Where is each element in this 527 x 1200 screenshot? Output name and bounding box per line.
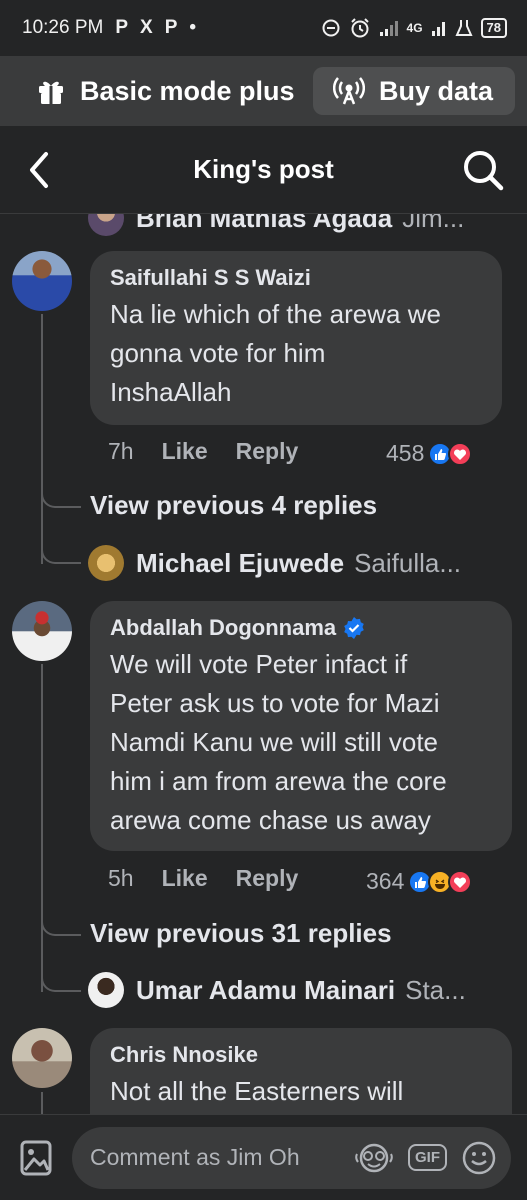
thread-connector [41,532,81,564]
alarm-icon [350,18,369,38]
thread-line [41,664,43,992]
avatar[interactable] [12,251,72,311]
buy-data-label: Buy data [378,75,493,106]
reply-snippet: Sta... [405,974,466,1005]
broadcast-icon [332,77,365,105]
text-line: We will vote Peter infact if [110,649,408,679]
gif-label: GIF [415,1149,440,1166]
author-name: Saifullahi S S Waizi [110,265,311,290]
comment-actions: 7h Like Reply [108,438,326,465]
comment-author[interactable]: Abdallah Dogonnama [110,615,492,641]
avatar[interactable] [12,1028,72,1088]
comment-author[interactable]: Saifullahi S S Waizi [110,265,482,291]
gift-icon [39,81,63,104]
basic-mode-label: Basic mode plus [80,75,295,106]
text-line: arewa come chase us away [110,805,431,835]
thread-line [41,314,43,564]
like-button[interactable]: Like [162,438,208,465]
composer-icons: GIF [354,1140,497,1176]
more-notifications-dot: • [189,17,197,38]
app-icon-p: P [164,17,178,38]
thread-connector [41,960,81,992]
comment-text: Na lie which of the arewa we gonna vote … [110,295,482,412]
reply-author[interactable]: Umar Adamu Mainari [136,975,395,1006]
photo-icon[interactable] [16,1138,56,1178]
x-app-icon: X [140,17,153,38]
gif-button[interactable]: GIF [408,1144,447,1171]
data-saver-icon [322,19,340,37]
avatar[interactable] [88,972,124,1008]
author-name: Chris Nnosike [110,1042,258,1067]
text-line: him i am from arewa the core [110,766,447,796]
reply-author[interactable]: Brian Mathias Agada [136,214,392,234]
notification-icons: P X P • [115,17,196,39]
comment-placeholder: Comment as Jim Oh [90,1144,300,1170]
reaction-summary[interactable]: 364 [366,868,473,895]
text-line: gonna vote for him [110,338,326,368]
text-line: Na lie which of the arewa we [110,299,441,329]
reply-preview[interactable]: Michael Ejuwede Saifulla... [88,545,461,581]
reaction-count: 458 [386,440,425,466]
comment-bubble[interactable]: Saifullahi S S Waizi Na lie which of the… [90,251,502,425]
comment-bubble[interactable]: Abdallah Dogonnama We will vote Peter in… [90,601,512,851]
avatar[interactable] [88,545,124,581]
verified-badge-icon [344,617,364,639]
reply-button[interactable]: Reply [236,438,299,465]
signal-icon [379,21,398,36]
view-previous-replies-link[interactable]: View previous 4 replies [90,490,377,521]
comment-text: Not all the Easterners will [110,1072,492,1111]
text-line: Peter ask us to vote for Mazi [110,688,440,718]
reply-button[interactable]: Reply [236,865,299,892]
back-arrow-icon[interactable] [20,150,60,190]
status-bar: 10:26 PM P X P • 4G 78 [0,0,527,56]
comment-author[interactable]: Chris Nnosike [110,1042,492,1068]
love-reaction-icon [448,869,473,894]
buy-data-button[interactable]: Buy data [312,67,515,115]
comments-list[interactable]: Brian Mathias Agada Jim... Saifullahi S … [0,214,527,1114]
battery-icon: 78 [480,18,507,38]
comment-actions: 5h Like Reply [108,865,326,892]
comment-input[interactable]: Comment as Jim Oh GIF [72,1126,511,1189]
app-icon-p: P [115,17,129,38]
text-line: Namdi Kanu we will still vote [110,727,439,757]
author-name: Abdallah Dogonnama [110,615,337,640]
text-line: Not all the Easterners will [110,1076,404,1106]
signal-icon [431,22,445,36]
reply-preview[interactable]: Umar Adamu Mainari Sta... [88,972,466,1008]
status-time: 10:26 PM [22,17,104,38]
reply-author[interactable]: Michael Ejuwede [136,548,344,579]
flask-icon [454,20,473,36]
avatar-sticker-icon[interactable] [354,1140,394,1176]
thread-line [41,1092,43,1114]
text-line: InshaAllah [110,377,232,407]
avatar[interactable] [12,601,72,661]
reaction-count: 364 [366,868,405,894]
page-title: King's post [193,154,334,184]
post-header: King's post [0,126,527,214]
data-mode-bar: Basic mode plus Buy data [0,56,527,126]
comment-time: 7h [108,438,134,464]
comment-composer: Comment as Jim Oh GIF [0,1114,527,1200]
thread-connector [41,476,81,508]
emoji-icon[interactable] [461,1140,497,1176]
love-reaction-icon [448,441,473,466]
search-icon[interactable] [461,148,505,192]
comment-text: We will vote Peter infact if Peter ask u… [110,645,492,840]
reply-preview[interactable]: Brian Mathias Agada Jim... [88,214,464,236]
network-type: 4G [406,21,423,35]
avatar[interactable] [88,214,124,236]
reply-snippet: Jim... [402,214,465,233]
thread-connector [41,904,81,936]
like-button[interactable]: Like [162,865,208,892]
comment-bubble[interactable]: Chris Nnosike Not all the Easterners wil… [90,1028,512,1114]
reaction-summary[interactable]: 458 [386,440,473,467]
basic-mode-indicator[interactable]: Basic mode plus [36,76,295,107]
reply-snippet: Saifulla... [354,547,462,578]
view-previous-replies-link[interactable]: View previous 31 replies [90,918,392,949]
system-icons: 4G 78 [321,17,507,39]
comment-time: 5h [108,865,134,891]
